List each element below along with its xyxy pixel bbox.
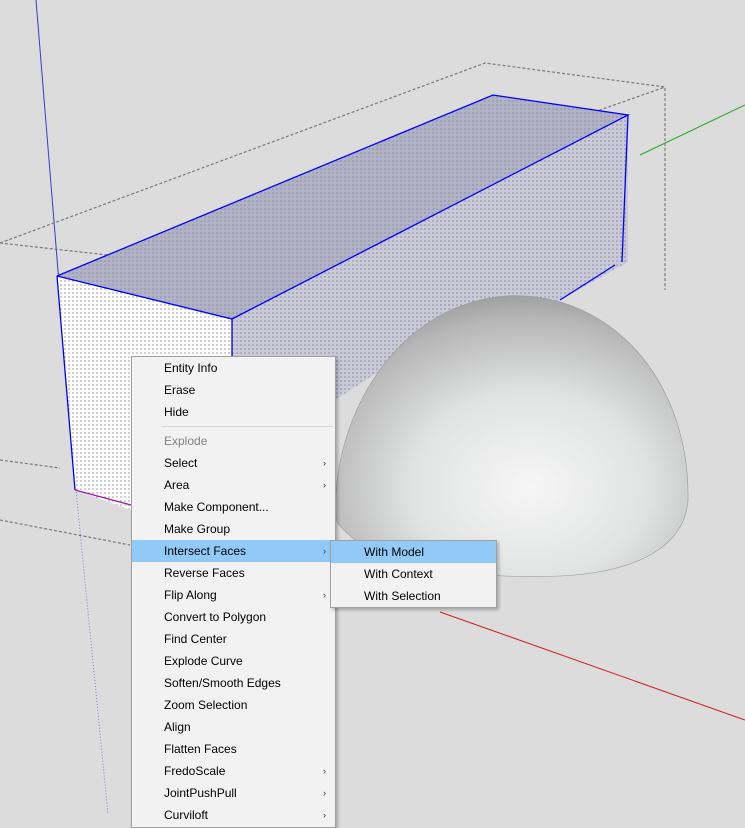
chevron-right-icon: › — [323, 590, 326, 600]
3d-viewport[interactable] — [0, 0, 745, 814]
submenu-item-with-selection[interactable]: With Selection — [331, 585, 496, 607]
submenu-item-with-context[interactable]: With Context — [331, 563, 496, 585]
chevron-right-icon: › — [323, 458, 326, 468]
chevron-right-icon: › — [323, 810, 326, 820]
chevron-right-icon: › — [323, 788, 326, 798]
menu-item-jointpushpull[interactable]: JointPushPull › — [132, 782, 335, 804]
menu-item-reverse-faces[interactable]: Reverse Faces — [132, 562, 335, 584]
menu-item-select[interactable]: Select › — [132, 452, 335, 474]
intersect-faces-submenu: With Model With Context With Selection — [330, 540, 497, 608]
menu-item-make-group[interactable]: Make Group — [132, 518, 335, 540]
chevron-right-icon: › — [323, 546, 326, 556]
menu-item-label: FredoScale — [164, 764, 226, 778]
chevron-right-icon: › — [323, 766, 326, 776]
menu-item-entity-info[interactable]: Entity Info — [132, 357, 335, 379]
menu-item-flatten-faces[interactable]: Flatten Faces — [132, 738, 335, 760]
context-menu: Entity Info Erase Hide Explode Select › … — [131, 356, 336, 828]
menu-item-convert-to-polygon[interactable]: Convert to Polygon — [132, 606, 335, 628]
menu-item-explode-curve[interactable]: Explode Curve — [132, 650, 335, 672]
green-axis — [639, 104, 745, 156]
menu-item-label: Flip Along — [164, 588, 217, 602]
menu-item-zoom-selection[interactable]: Zoom Selection — [132, 694, 335, 716]
menu-item-flip-along[interactable]: Flip Along › — [132, 584, 335, 606]
menu-item-label: Curviloft — [164, 808, 209, 822]
menu-item-align[interactable]: Align — [132, 716, 335, 738]
menu-item-erase[interactable]: Erase — [132, 379, 335, 401]
menu-item-area[interactable]: Area › — [132, 474, 335, 496]
menu-item-label: JointPushPull — [164, 786, 237, 800]
menu-item-label: Intersect Faces — [164, 544, 247, 558]
menu-item-make-component[interactable]: Make Component... — [132, 496, 335, 518]
blue-axis-dotted — [74, 479, 109, 814]
menu-separator — [162, 426, 333, 427]
menu-item-explode: Explode — [164, 434, 208, 448]
submenu-item-with-model[interactable]: With Model — [331, 541, 496, 563]
menu-item-intersect-faces[interactable]: Intersect Faces › — [132, 540, 335, 562]
menu-item-find-center[interactable]: Find Center — [132, 628, 335, 650]
menu-item-hide[interactable]: Hide — [132, 401, 335, 423]
menu-item-label: Area — [164, 478, 190, 492]
menu-item-label: Select — [164, 456, 198, 470]
chevron-right-icon: › — [323, 480, 326, 490]
menu-item-curviloft[interactable]: Curviloft › — [132, 804, 335, 826]
menu-item-fredoscale[interactable]: FredoScale › — [132, 760, 335, 782]
red-axis — [439, 611, 745, 721]
menu-item-soften-smooth-edges[interactable]: Soften/Smooth Edges — [132, 672, 335, 694]
